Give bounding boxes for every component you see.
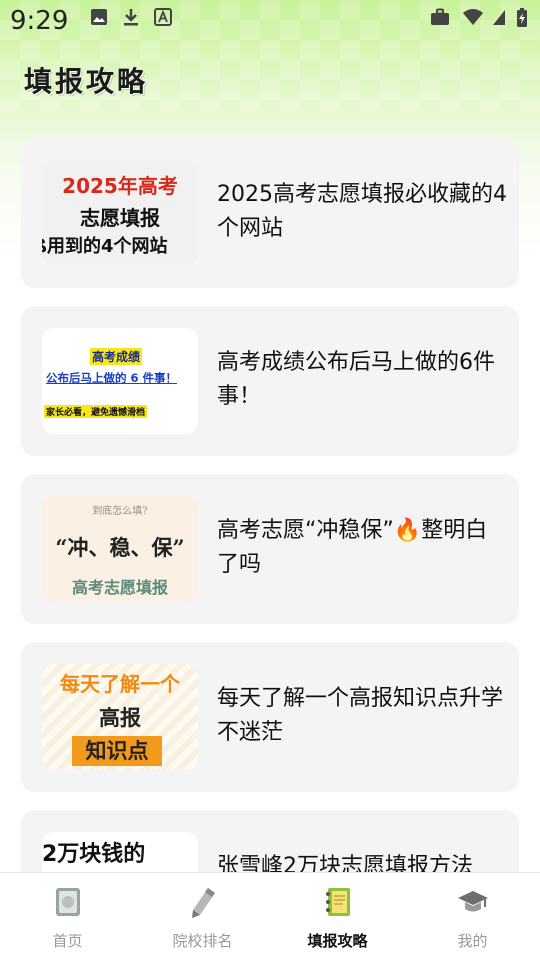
tab-home[interactable]: 首页 <box>0 873 135 961</box>
article-card[interactable]: 2025年高考 志愿填报 ß用到的4个网站 2025高考志愿填报必收藏的4个网站 <box>21 138 519 288</box>
wifi-icon <box>463 9 483 25</box>
article-card[interactable]: 每天了解一个 高报 知识点 每天了解一个高报知识点升学不迷茫 <box>21 642 519 792</box>
thumbnail-text: 高报 <box>99 706 141 730</box>
thumbnail-text: “冲、稳、保” <box>55 535 185 560</box>
article-title: 每天了解一个高报知识点升学不迷茫 <box>217 686 504 745</box>
thumbnail-text: ß用到的4个网站 <box>42 236 168 257</box>
download-icon <box>124 9 138 26</box>
article-title: 高考志愿“冲稳保”🔥整明白了吗 <box>217 518 488 577</box>
signal-icon <box>493 10 505 25</box>
article-list[interactable]: 2025年高考 志愿填报 ß用到的4个网站 2025高考志愿填报必收藏的4个网站… <box>21 138 519 873</box>
status-bar: 9:29 <box>0 0 540 44</box>
bottom-tab-bar: 首页 院校排名 填报攻略 我的 <box>0 872 540 961</box>
article-thumbnail: 每天了解一个 高报 知识点 <box>42 664 198 770</box>
tab-application-guide[interactable]: 填报攻略 <box>270 873 405 961</box>
article-thumbnail: 2025年高考 志愿填报 ß用到的4个网站 <box>42 160 198 266</box>
article-thumbnail: 2万块钱的 <box>42 832 198 873</box>
article-thumbnail: 高考成绩 公布后马上做的 6 件事！ 家长必看，避免遗憾滑档 <box>42 328 198 434</box>
page-title: 填报攻略 <box>24 65 149 98</box>
article-card[interactable]: 高考成绩 公布后马上做的 6 件事！ 家长必看，避免遗憾滑档 高考成绩公布后马上… <box>21 306 519 456</box>
thumbnail-text: 每天了解一个 <box>60 672 180 696</box>
thumbnail-text: 志愿填报 <box>80 206 160 230</box>
font-a-icon <box>154 8 172 26</box>
article-title: 2025高考志愿填报必收藏的4个网站 <box>217 182 507 241</box>
pencil-icon <box>191 888 215 918</box>
thumbnail-text: 2025年高考 <box>62 174 178 198</box>
tab-label: 院校排名 <box>172 932 233 950</box>
thumbnail-text: 知识点 <box>72 736 162 766</box>
article-thumbnail: 到底怎么填? “冲、稳、保” 高考志愿填报 <box>42 496 198 602</box>
tab-label: 填报攻略 <box>307 932 368 950</box>
battery-charging-icon <box>517 8 527 27</box>
tab-label: 首页 <box>52 932 83 950</box>
thumbnail-text: 家长必看，避免遗憾滑档 <box>44 405 148 418</box>
tab-school-ranking[interactable]: 院校排名 <box>135 873 270 961</box>
tab-mine[interactable]: 我的 <box>405 873 540 961</box>
notebook-icon <box>325 888 350 916</box>
article-card[interactable]: 2万块钱的 张雪峰2万块志愿填报方法 <box>21 810 519 873</box>
thumbnail-text: 公布后马上做的 6 件事！ <box>46 371 178 385</box>
article-title: 高考成绩公布后马上做的6件事！ <box>217 350 495 409</box>
tab-label: 我的 <box>457 932 488 950</box>
work-briefcase-icon <box>431 8 449 25</box>
home-book-icon <box>55 888 80 916</box>
image-icon <box>91 9 107 25</box>
thumbnail-text: 到底怎么填? <box>92 506 148 517</box>
thumbnail-text: 高考成绩 <box>90 348 143 365</box>
status-time: 9:29 <box>10 6 69 36</box>
graduation-cap-icon <box>457 891 488 912</box>
thumbnail-text: 高考志愿填报 <box>71 578 168 597</box>
thumbnail-text: 2万块钱的 <box>42 842 146 867</box>
article-card[interactable]: 到底怎么填? “冲、稳、保” 高考志愿填报 高考志愿“冲稳保”🔥整明白了吗 <box>21 474 519 624</box>
article-title: 张雪峰2万块志愿填报方法 <box>217 854 473 873</box>
